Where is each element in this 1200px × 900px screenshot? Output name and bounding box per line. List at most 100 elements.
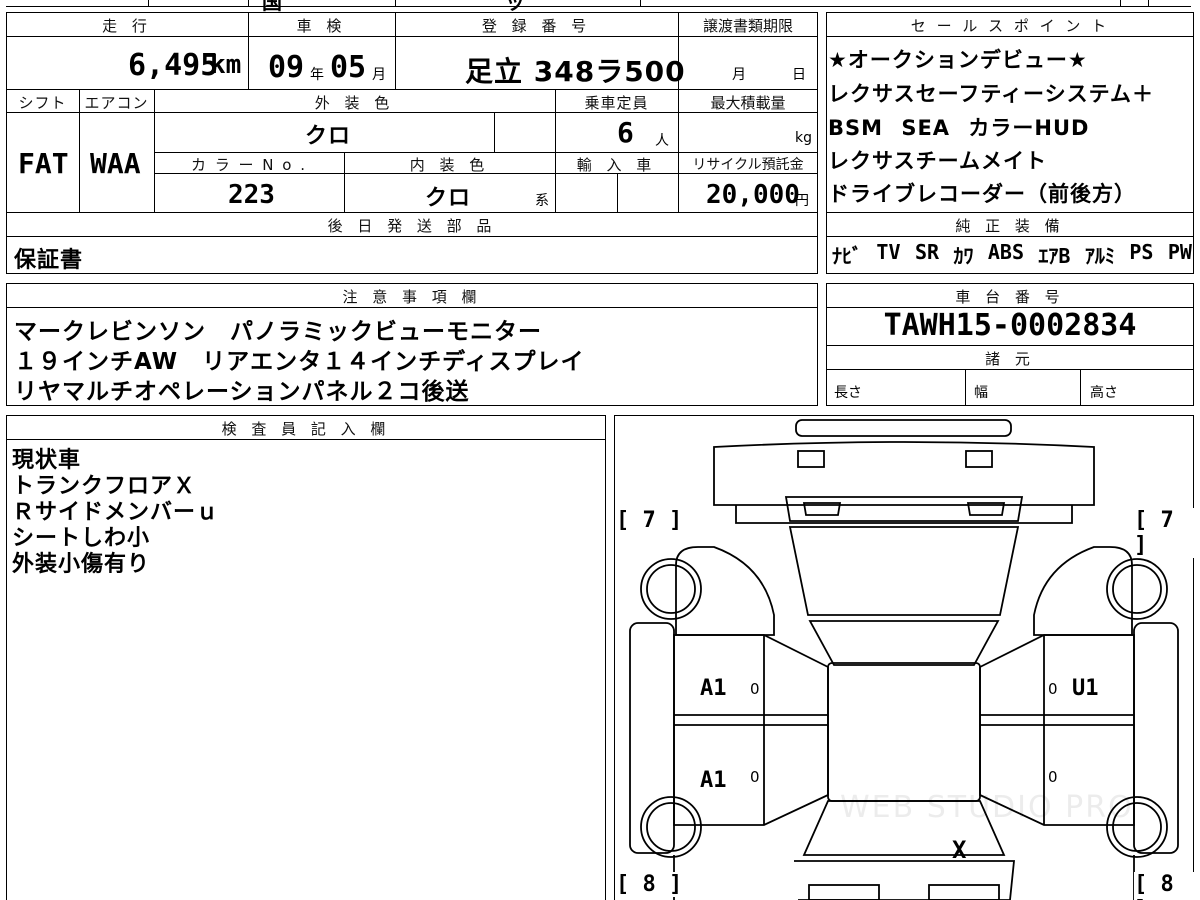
grid-line <box>965 369 966 406</box>
tire-tread-rear-right: [ 8 ] <box>1134 872 1200 900</box>
tire-tread-front-left: [ 7 ] <box>616 508 683 533</box>
notes-line: マークレビンソン パノラミックビューモニター <box>14 319 542 345</box>
equipment-item: ABS <box>987 240 1024 264</box>
mileage-unit: km <box>210 50 242 80</box>
chassis-header: 車 台 番 号 <box>955 288 1065 306</box>
grid-line <box>826 36 1194 37</box>
mileage-value: 6,495 <box>128 48 219 83</box>
equipment-item: SR <box>914 240 940 264</box>
inspector-header: 検 査 員 記 入 欄 <box>221 420 391 438</box>
sales-point-line: レクサスセーフティーシステム＋ <box>828 82 1155 106</box>
panel-zero-left-rear: 0 <box>750 768 760 786</box>
top-strip-divider <box>1148 0 1149 7</box>
specs-header: 諸 元 <box>985 350 1035 368</box>
inspector-line: 外装小傷有り <box>12 552 151 577</box>
registration-value: 足立 348ラ500 <box>465 55 686 88</box>
top-strip-divider <box>148 0 149 7</box>
notes-line: リヤマルチオペレーションパネル２コ後送 <box>14 379 470 405</box>
damage-mark-right-front: U1 <box>1072 676 1099 701</box>
grid-line <box>826 369 1194 370</box>
grid-line <box>1080 369 1081 406</box>
grid-line <box>154 152 818 153</box>
inspection-year: 09 <box>268 50 305 85</box>
grid-line <box>494 112 495 152</box>
sales-points-header: セ ー ル ス ポ イ ン ト <box>910 17 1110 35</box>
color-no-header: カ ラ ー N o . <box>190 156 307 174</box>
sales-point-line: レクサスチームメイト <box>828 149 1047 173</box>
ac-value: WAA <box>90 147 141 180</box>
equipment-item: ﾅﾋﾞ <box>832 244 862 268</box>
grid-line <box>6 307 818 308</box>
exterior-color-header: 外 装 色 <box>314 94 395 112</box>
notes-header: 注 意 事 項 欄 <box>342 288 482 306</box>
max-load-header: 最大積載量 <box>710 94 786 112</box>
recycle-header: リサイクル預託金 <box>692 157 804 173</box>
equipment-item: TV <box>876 240 901 264</box>
grid-line <box>6 36 818 37</box>
transfer-month-unit: 月 <box>732 67 746 83</box>
shift-header: シフト <box>18 94 67 112</box>
genuine-equipment-header: 純 正 装 備 <box>955 217 1065 235</box>
capacity-unit: 人 <box>655 133 669 149</box>
top-strip-line <box>6 6 1191 7</box>
import-header: 輸 入 車 <box>576 156 657 174</box>
sales-point-line: ドライブレコーダー（前後方） <box>828 182 1136 206</box>
tire-tread-rear-left: [ 8 ] <box>616 872 683 897</box>
tire-tread-front-right: [ 7 ] <box>1134 508 1200 558</box>
top-strip-divider <box>640 0 641 7</box>
color-no-value: 223 <box>228 180 275 210</box>
inspection-year-unit: 年 <box>310 67 324 83</box>
transfer-deadline-header: 譲渡書類期限 <box>702 17 793 35</box>
ac-header: エアコン <box>84 94 149 112</box>
interior-color-header: 内 装 色 <box>409 156 490 174</box>
watermark-text: WEB STUDIO PRO <box>840 790 1134 825</box>
interior-color-value: クロ <box>425 186 472 211</box>
recycle-unit: 円 <box>795 193 809 209</box>
equipment-item: ｴｱB <box>1038 244 1071 268</box>
interior-color-suffix: 系 <box>535 193 549 209</box>
top-strip-divider <box>1120 0 1121 7</box>
grid-line <box>826 345 1194 346</box>
grid-line <box>6 89 818 90</box>
inspection-month: 05 <box>330 50 367 85</box>
grid-line <box>6 439 606 440</box>
spec-width-label: 幅 <box>974 385 988 401</box>
transfer-day-unit: 日 <box>792 67 806 83</box>
top-strip-divider <box>248 0 249 7</box>
grid-line <box>826 212 1194 213</box>
sales-point-line: ★オークションデビュー★ <box>828 48 1088 72</box>
max-load-unit: kg <box>795 130 812 146</box>
grid-line <box>6 236 818 237</box>
registration-header: 登 録 番 号 <box>481 17 592 35</box>
inspection-month-unit: 月 <box>372 67 386 83</box>
spec-height-label: 高さ <box>1090 385 1118 401</box>
equipment-item: PS <box>1129 240 1154 264</box>
grid-line <box>826 236 1194 237</box>
car-diagram <box>629 419 1179 900</box>
panel-zero-left-front: 0 <box>750 680 760 698</box>
equipment-item: ｶﾜ <box>953 244 974 268</box>
sales-point-line: BSM SEA カラーHUD <box>828 116 1090 140</box>
equipment-item: ｱﾙﾐ <box>1084 244 1115 268</box>
grid-line <box>617 173 618 212</box>
mileage-header: 走 行 <box>102 17 152 35</box>
notes-line: １９インチAW リアエンタ１４インチディスプレイ <box>14 349 585 375</box>
genuine-equipment-list: ﾅﾋﾞ TV SR ｶﾜ ABS ｴｱB ｱﾙﾐ PS PW <box>832 240 1192 269</box>
capacity-value: 6 <box>617 116 634 149</box>
spec-length-label: 長さ <box>834 385 862 401</box>
capacity-header: 乗車定員 <box>584 94 649 112</box>
chassis-value: TAWH15-0002834 <box>883 308 1137 343</box>
equipment-item: PW <box>1167 240 1192 264</box>
later-parts-value: 保証書 <box>14 248 84 273</box>
exterior-color-value: クロ <box>305 124 352 149</box>
grid-line <box>6 212 818 213</box>
panel-zero-right-front: 0 <box>1048 680 1058 698</box>
recycle-value: 20,000 <box>706 180 800 210</box>
shift-value: FAT <box>18 147 69 180</box>
top-strip-divider <box>395 0 396 7</box>
inspection-header: 車 検 <box>296 17 347 35</box>
damage-mark-left-front: A1 <box>700 676 727 701</box>
damage-mark-left-rear: A1 <box>700 768 727 793</box>
damage-mark-trunk: X <box>952 836 967 864</box>
later-parts-header: 後 日 発 送 部 品 <box>327 217 497 235</box>
